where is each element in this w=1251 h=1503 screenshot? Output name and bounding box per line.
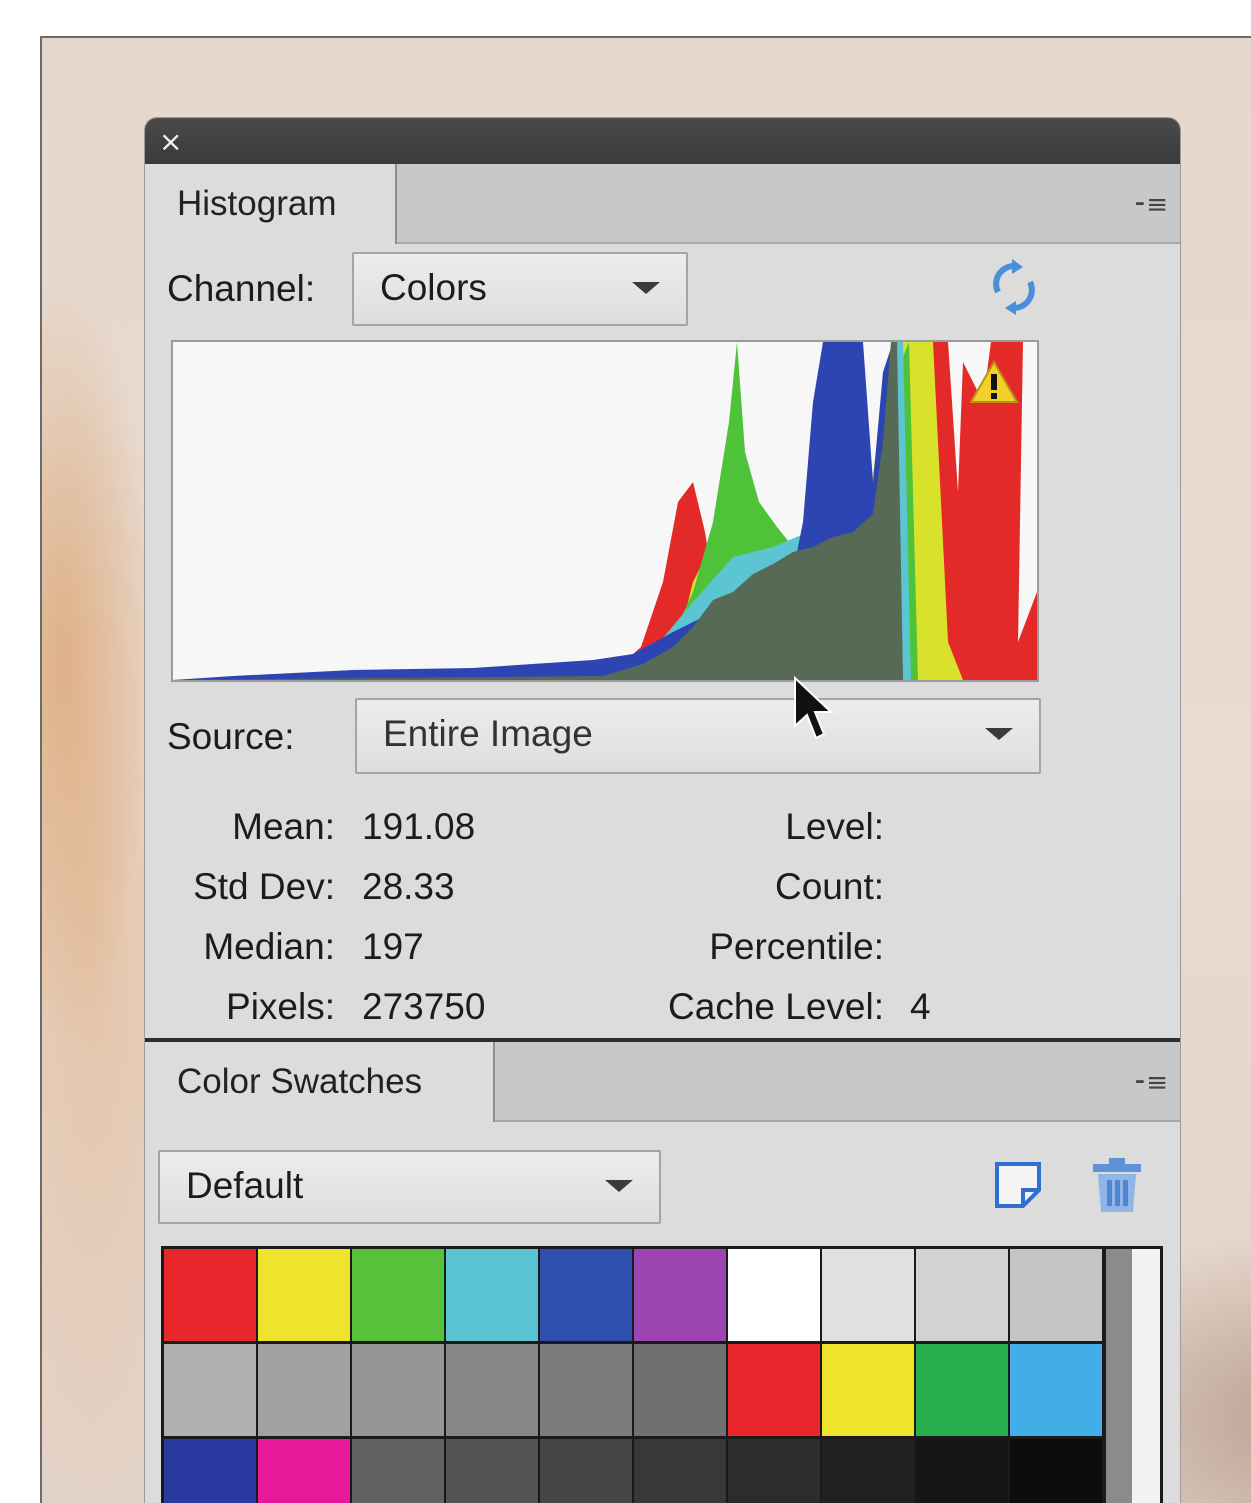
color-swatch[interactable] xyxy=(1010,1439,1102,1503)
color-swatch[interactable] xyxy=(822,1344,914,1436)
color-swatch[interactable] xyxy=(446,1439,538,1503)
color-swatch[interactable] xyxy=(258,1249,350,1341)
std-dev-label: Std Dev: xyxy=(193,866,335,907)
color-swatch[interactable] xyxy=(352,1249,444,1341)
color-swatch[interactable] xyxy=(258,1439,350,1503)
percentile-label: Percentile: xyxy=(709,926,884,967)
mouse-cursor-icon xyxy=(794,676,834,740)
panel-menu-icon[interactable]: ⁃≡ xyxy=(1133,190,1168,220)
color-swatch[interactable] xyxy=(728,1344,820,1436)
source-label: Source: xyxy=(167,716,295,757)
color-swatch[interactable] xyxy=(446,1249,538,1341)
color-swatch[interactable] xyxy=(916,1344,1008,1436)
swatch-scrollbar[interactable] xyxy=(1106,1249,1132,1503)
tab-histogram-label: Histogram xyxy=(177,184,337,223)
color-swatch[interactable] xyxy=(540,1344,632,1436)
panel-titlebar[interactable]: × xyxy=(145,118,1180,164)
warning-icon[interactable] xyxy=(969,360,1019,404)
channel-dropdown[interactable]: Colors xyxy=(352,252,688,326)
color-swatch[interactable] xyxy=(540,1439,632,1503)
swatch-scroll-track[interactable] xyxy=(1132,1249,1160,1503)
color-swatch[interactable] xyxy=(728,1249,820,1341)
histogram-luminosity xyxy=(173,342,903,680)
color-swatch[interactable] xyxy=(258,1344,350,1436)
level-label: Level: xyxy=(785,806,884,847)
cache-level-value: 4 xyxy=(910,986,931,1027)
chevron-down-icon xyxy=(605,1180,633,1192)
color-swatch[interactable] xyxy=(446,1344,538,1436)
close-icon[interactable]: × xyxy=(159,128,182,156)
channel-value: Colors xyxy=(380,267,487,308)
color-swatch[interactable] xyxy=(728,1439,820,1503)
count-label: Count: xyxy=(774,866,884,907)
color-swatch[interactable] xyxy=(634,1344,726,1436)
swatch-set-value: Default xyxy=(186,1165,304,1206)
histogram-tabbar: Histogram ⁃≡ xyxy=(145,164,1180,244)
color-swatch[interactable] xyxy=(164,1439,256,1503)
color-swatch[interactable] xyxy=(822,1439,914,1503)
color-swatch[interactable] xyxy=(1010,1344,1102,1436)
channel-label: Channel: xyxy=(167,268,316,309)
trash-icon[interactable] xyxy=(1089,1156,1145,1214)
median-value: 197 xyxy=(362,926,424,967)
color-swatch[interactable] xyxy=(916,1249,1008,1341)
color-swatch[interactable] xyxy=(634,1439,726,1503)
chevron-down-icon xyxy=(632,282,660,294)
swatches-tabbar: Color Swatches ⁃≡ xyxy=(145,1042,1180,1122)
mean-value: 191.08 xyxy=(362,806,476,847)
color-swatch[interactable] xyxy=(352,1344,444,1436)
refresh-icon[interactable] xyxy=(989,258,1039,316)
pixels-value: 273750 xyxy=(362,986,486,1027)
source-value: Entire Image xyxy=(383,713,593,754)
histogram-graph xyxy=(171,340,1039,682)
color-swatch[interactable] xyxy=(540,1249,632,1341)
new-swatch-icon[interactable] xyxy=(993,1160,1043,1210)
swatch-grid xyxy=(161,1246,1163,1503)
cache-level-label: Cache Level: xyxy=(668,986,884,1027)
color-swatch[interactable] xyxy=(164,1344,256,1436)
color-swatch[interactable] xyxy=(164,1249,256,1341)
pixels-label: Pixels: xyxy=(226,986,335,1027)
color-swatch[interactable] xyxy=(822,1249,914,1341)
median-label: Median: xyxy=(203,926,335,967)
panel-window: × Histogram ⁃≡ Channel: Colors Source: E… xyxy=(145,118,1180,1503)
tab-color-swatches[interactable]: Color Swatches xyxy=(145,1042,495,1122)
panel-menu-icon[interactable]: ⁃≡ xyxy=(1133,1068,1168,1098)
tab-color-swatches-label: Color Swatches xyxy=(177,1062,423,1101)
tab-histogram[interactable]: Histogram xyxy=(145,164,397,244)
chevron-down-icon xyxy=(985,728,1013,740)
color-swatch[interactable] xyxy=(634,1249,726,1341)
swatch-set-dropdown[interactable]: Default xyxy=(158,1150,661,1224)
histogram-chart xyxy=(173,342,1037,680)
mean-label: Mean: xyxy=(232,806,335,847)
source-dropdown[interactable]: Entire Image xyxy=(355,698,1041,774)
std-dev-value: 28.33 xyxy=(362,866,455,907)
color-swatch[interactable] xyxy=(352,1439,444,1503)
color-swatch[interactable] xyxy=(1010,1249,1102,1341)
color-swatch[interactable] xyxy=(916,1439,1008,1503)
